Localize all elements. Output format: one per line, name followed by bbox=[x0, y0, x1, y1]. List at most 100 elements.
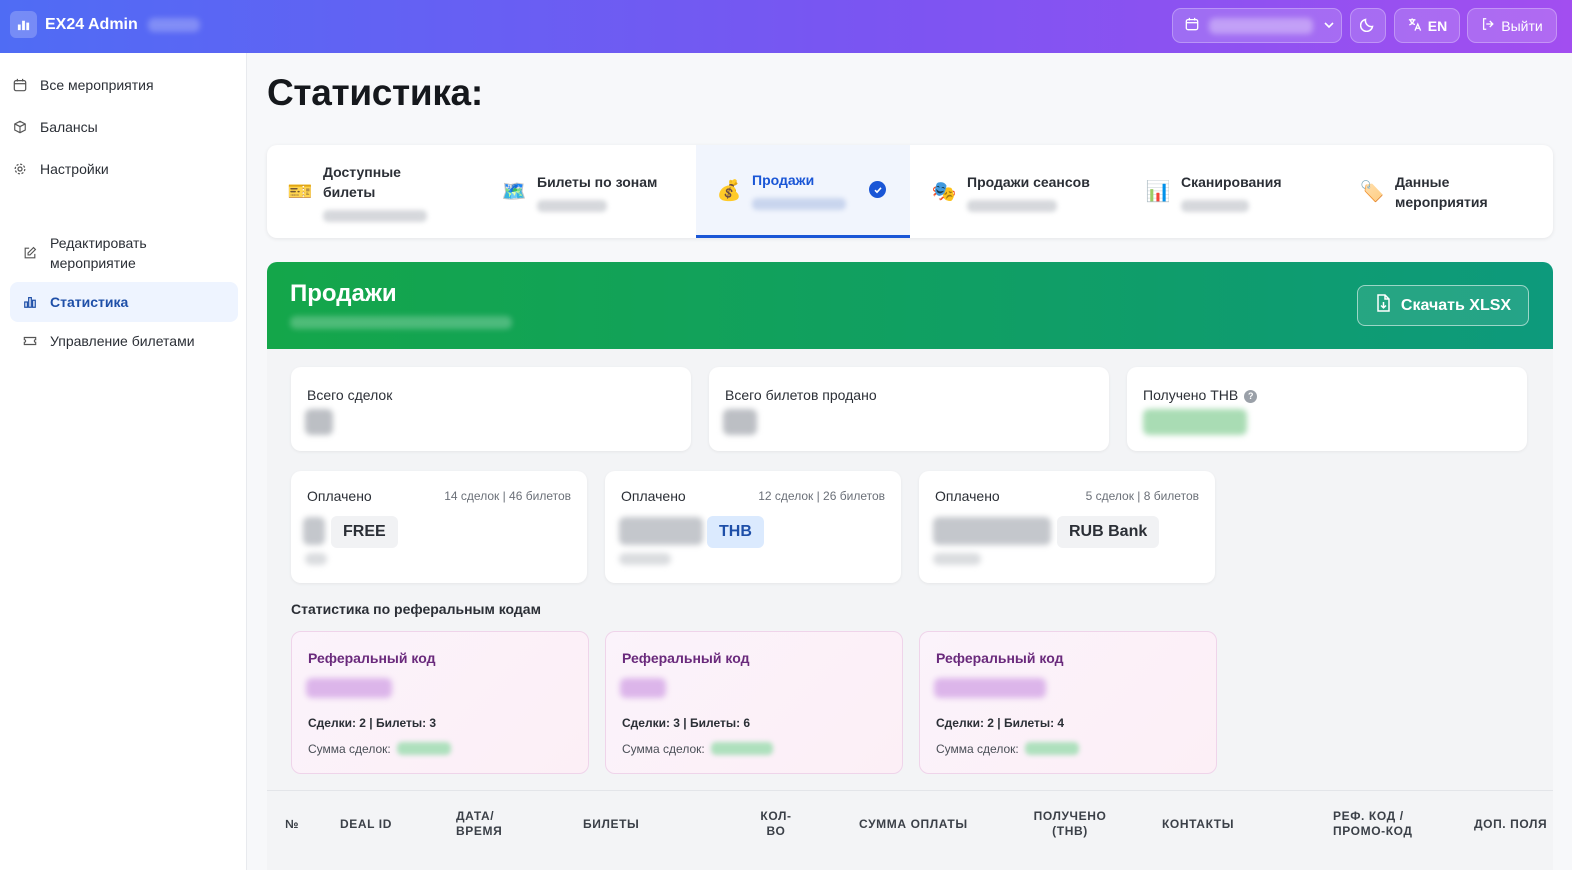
sales-banner: Продажи Скачать XLSX bbox=[267, 262, 1553, 349]
referral-counts: Сделки: 3 | Билеты: 6 bbox=[622, 716, 751, 730]
chevron-down-icon bbox=[1323, 18, 1335, 34]
stat-value-redacted bbox=[723, 409, 757, 435]
tab-available-tickets[interactable]: 🎫 Доступные билеты bbox=[285, 145, 481, 238]
tab-scans[interactable]: 📊 Сканирования bbox=[1143, 145, 1339, 238]
referral-sum: Сумма сделок: bbox=[622, 742, 773, 756]
referral-sum: Сумма сделок: bbox=[308, 742, 451, 756]
chart-icon bbox=[20, 295, 40, 309]
column-header-received-thb[interactable]: Получено (THB) bbox=[1027, 791, 1113, 857]
sidebar-item-label: Статистика bbox=[50, 294, 129, 310]
referral-card: Реферальный код Сделки: 3 | Билеты: 6 Су… bbox=[605, 631, 903, 774]
sidebar-item-settings[interactable]: Настройки bbox=[10, 157, 238, 181]
map-emoji-icon: 🗺️ bbox=[501, 181, 527, 203]
referral-code-redacted bbox=[934, 678, 1046, 698]
tab-sales[interactable]: 💰 Продажи bbox=[696, 145, 910, 238]
payment-sub-redacted bbox=[619, 553, 671, 565]
tab-subtitle-redacted bbox=[967, 199, 1057, 212]
payment-meta: 5 сделок | 8 билетов bbox=[1085, 489, 1199, 503]
sidebar-item-label: Редактировать мероприятие bbox=[50, 235, 147, 271]
sidebar-item-statistics[interactable]: Статистика bbox=[10, 282, 238, 322]
column-header-payment-amount[interactable]: Сумма оплаты bbox=[859, 791, 968, 857]
stat-card-tickets-sold: Всего билетов продано bbox=[709, 367, 1109, 451]
referral-counts: Сделки: 2 | Билеты: 3 bbox=[308, 716, 437, 730]
column-header-ref-promo-code[interactable]: Реф. код / Промо-код bbox=[1333, 791, 1433, 857]
sidebar-item-ticket-management[interactable]: Управление билетами bbox=[10, 329, 238, 353]
payment-card-free: Оплачено 14 сделок | 46 билетов FREE bbox=[291, 471, 587, 583]
sidebar-item-balances[interactable]: Балансы bbox=[10, 115, 238, 139]
event-selector[interactable] bbox=[1172, 8, 1342, 43]
referral-sum-label: Сумма сделок: bbox=[308, 742, 391, 756]
event-name-redacted bbox=[1209, 17, 1313, 34]
gear-icon bbox=[10, 162, 30, 176]
ticket-emoji-icon: 🎫 bbox=[287, 181, 313, 203]
payment-sub-redacted bbox=[933, 553, 981, 565]
payment-label: Оплачено bbox=[621, 488, 686, 504]
currency-badge: THB bbox=[707, 516, 764, 548]
language-button[interactable]: EN bbox=[1394, 8, 1460, 43]
check-icon bbox=[869, 181, 886, 198]
stat-value-redacted bbox=[305, 409, 333, 435]
payment-label: Оплачено bbox=[307, 488, 372, 504]
theme-toggle-button[interactable] bbox=[1350, 8, 1386, 43]
box-icon bbox=[10, 120, 30, 134]
bar-chart-emoji-icon: 📊 bbox=[1145, 181, 1171, 203]
tab-tickets-by-zone[interactable]: 🗺️ Билеты по зонам bbox=[499, 145, 695, 238]
tab-session-sales[interactable]: 🎭 Продажи сеансов bbox=[929, 145, 1125, 238]
help-icon[interactable]: ? bbox=[1244, 389, 1258, 403]
referral-card: Реферальный код Сделки: 2 | Билеты: 3 Су… bbox=[291, 631, 589, 774]
file-download-icon bbox=[1375, 294, 1391, 317]
brand-subtitle-redacted bbox=[147, 17, 200, 32]
sidebar-item-edit-event[interactable]: Редактировать мероприятие bbox=[10, 231, 238, 275]
sidebar: Все мероприятия Балансы Настройки Редакт… bbox=[0, 53, 247, 870]
payment-card-rub-bank: Оплачено 5 сделок | 8 билетов RUB Bank bbox=[919, 471, 1215, 583]
column-header-datetime[interactable]: Дата/ Время bbox=[456, 791, 516, 857]
stat-label: Всего билетов продано bbox=[725, 387, 877, 403]
sidebar-item-label: Настройки bbox=[40, 161, 109, 177]
stat-card-total-deals: Всего сделок bbox=[291, 367, 691, 451]
sidebar-item-all-events[interactable]: Все мероприятия bbox=[10, 73, 238, 97]
page-title: Статистика: bbox=[267, 72, 483, 113]
referral-title: Реферальный код bbox=[936, 650, 1064, 666]
tab-label: Доступные билеты bbox=[323, 163, 401, 200]
brand[interactable]: EX24 Admin bbox=[10, 11, 200, 38]
tab-event-data[interactable]: 🏷️ Данные мероприятия bbox=[1357, 145, 1537, 238]
payment-amount-redacted bbox=[933, 517, 1051, 545]
tab-label: Данные мероприятия bbox=[1395, 173, 1488, 210]
column-header-number[interactable]: № bbox=[285, 791, 299, 857]
referral-title: Реферальный код bbox=[308, 650, 436, 666]
column-header-deal-id[interactable]: Deal ID bbox=[340, 791, 392, 857]
ticket-icon bbox=[20, 334, 40, 348]
edit-icon bbox=[20, 246, 40, 260]
column-header-quantity[interactable]: Кол- во bbox=[753, 791, 799, 857]
app-title: EX24 Admin bbox=[45, 15, 138, 33]
logout-button[interactable]: Выйти bbox=[1467, 8, 1557, 43]
tab-subtitle-redacted bbox=[537, 199, 607, 212]
column-header-contacts[interactable]: Контакты bbox=[1162, 791, 1234, 857]
payment-label: Оплачено bbox=[935, 488, 1000, 504]
sidebar-item-label: Все мероприятия bbox=[40, 77, 154, 93]
referral-heading: Статистика по реферальным кодам bbox=[291, 601, 541, 617]
tab-subtitle-redacted bbox=[323, 209, 427, 222]
referral-card: Реферальный код Сделки: 2 | Билеты: 4 Су… bbox=[919, 631, 1217, 774]
payment-meta: 14 сделок | 46 билетов bbox=[444, 489, 571, 503]
download-xlsx-button[interactable]: Скачать XLSX bbox=[1357, 285, 1529, 326]
currency-badge: RUB Bank bbox=[1057, 516, 1160, 548]
download-label: Скачать XLSX bbox=[1400, 296, 1512, 314]
sales-title: Продажи bbox=[290, 280, 397, 307]
referral-counts: Сделки: 2 | Билеты: 4 bbox=[936, 716, 1065, 730]
tab-label: Продажи сеансов bbox=[967, 173, 1090, 190]
referral-code-redacted bbox=[620, 678, 666, 698]
stats-tabs: 🎫 Доступные билеты 🗺️ Билеты по зонам 💰 … bbox=[267, 145, 1553, 238]
logout-label: Выйти bbox=[1501, 17, 1543, 34]
calendar-icon bbox=[10, 78, 30, 92]
label-emoji-icon: 🏷️ bbox=[1359, 181, 1385, 203]
column-header-tickets[interactable]: Билеты bbox=[583, 791, 639, 857]
payment-sub-redacted bbox=[305, 553, 327, 565]
stat-label: Всего сделок bbox=[307, 387, 393, 403]
payment-amount-redacted bbox=[619, 517, 703, 545]
referral-sum-label: Сумма сделок: bbox=[936, 742, 1019, 756]
stat-label: Получено THB? bbox=[1143, 387, 1258, 403]
tab-label: Сканирования bbox=[1181, 173, 1282, 190]
column-header-extra-fields[interactable]: Доп. поля bbox=[1474, 791, 1547, 857]
tab-subtitle-redacted bbox=[752, 198, 846, 210]
